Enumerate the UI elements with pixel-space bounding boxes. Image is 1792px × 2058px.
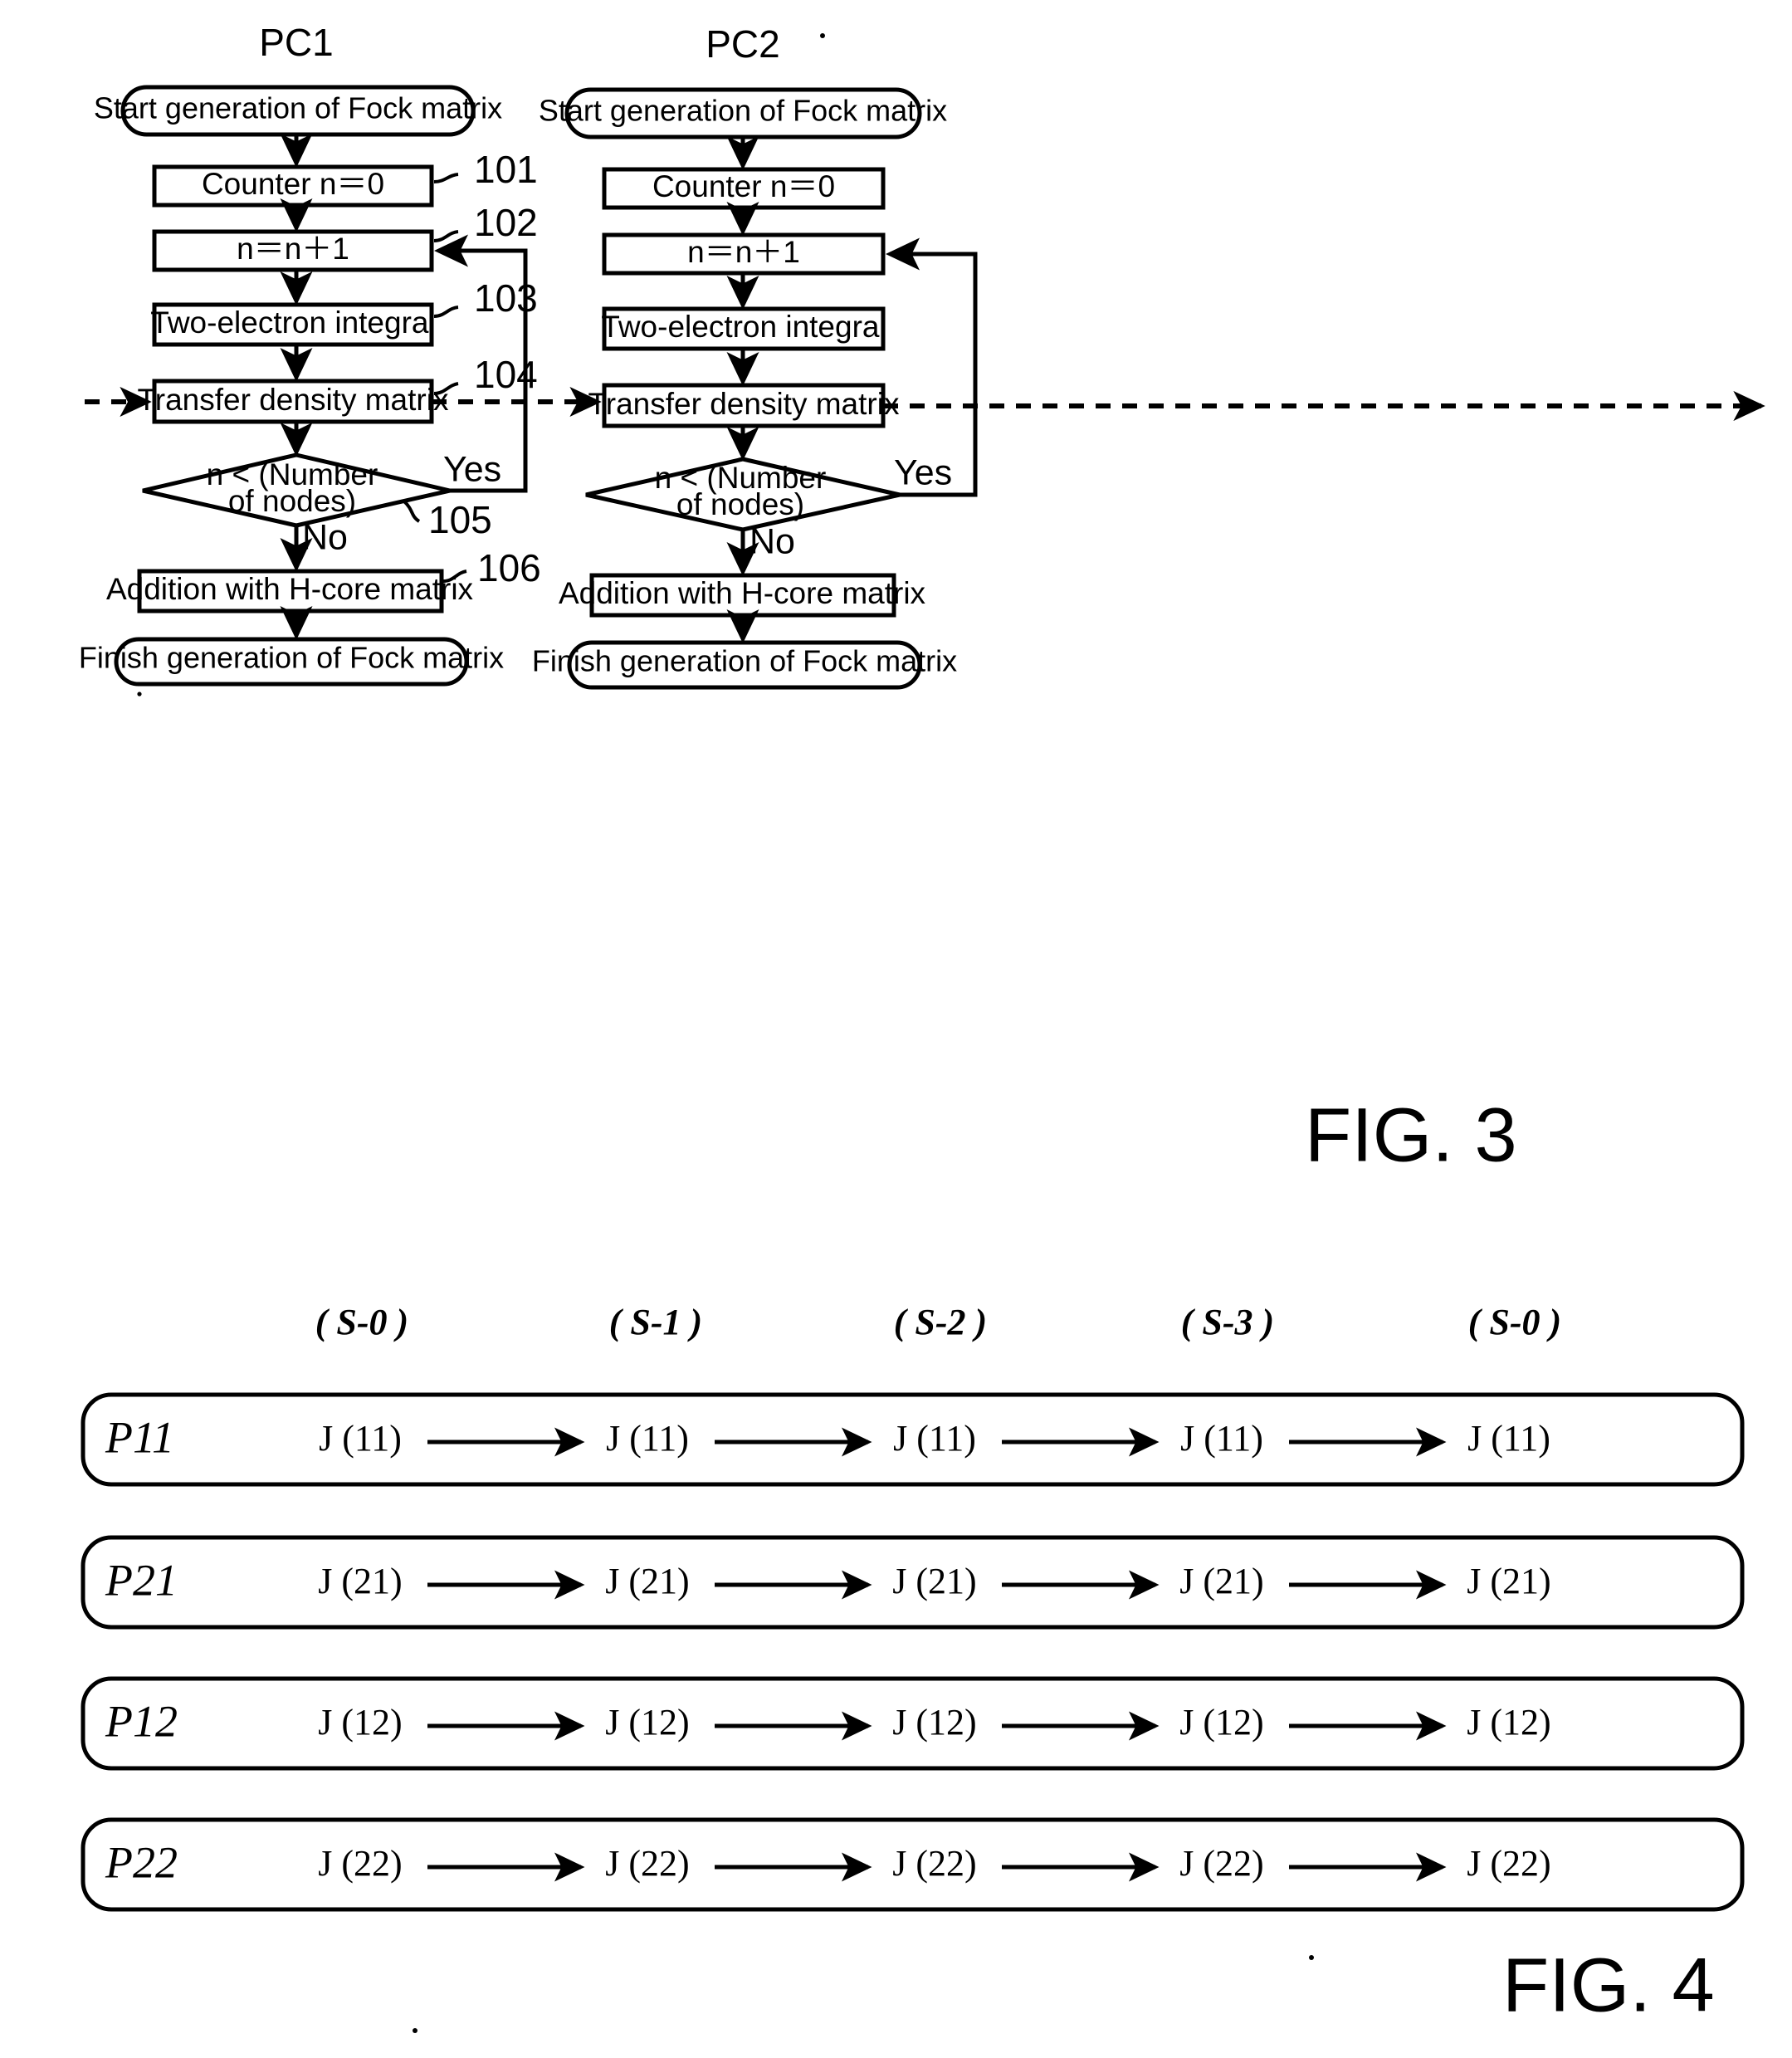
figure4-cell-p12-s1: J (12) bbox=[605, 1702, 689, 1743]
pc2-decision-line2: of nodes) bbox=[676, 487, 804, 521]
figure4-row-p21: P21 J (21) J (21) J (21) J (21) J (21) bbox=[81, 1535, 1745, 1630]
pc2-step-transfer-label: Transfer density matrix bbox=[588, 387, 900, 421]
pc2-step-counter-label: Counter n＝0 bbox=[652, 169, 835, 203]
figure4-cell-p21-s4: J (21) bbox=[1467, 1561, 1550, 1601]
pc1-step-101-label: Counter n＝0 bbox=[202, 167, 384, 201]
figure4-cell-p22-s1: J (22) bbox=[605, 1843, 689, 1884]
figure3-column-pc2: PC2 Start generation of Fock matrix Coun… bbox=[532, 22, 1765, 690]
pc1-step-103-label: Two-electron integral bbox=[150, 306, 435, 340]
figure4-stage-header-0: ( S-0 ) bbox=[315, 1302, 408, 1342]
pc1-step-104-label: Transfer density matrix bbox=[138, 383, 449, 417]
pc1-header: PC1 bbox=[259, 21, 333, 64]
figure4-cell-p11-s3: J (11) bbox=[1180, 1418, 1263, 1459]
figure-canvas: PC1 Start generation of Fock matrix Coun… bbox=[79, 21, 1765, 2033]
figure4-cell-p11-s4: J (11) bbox=[1467, 1418, 1550, 1459]
figure4-stage-header-1: ( S-1 ) bbox=[609, 1302, 702, 1342]
pc1-ref-105: 105 bbox=[428, 498, 492, 541]
figure4-cell-p11-s0: J (11) bbox=[319, 1418, 402, 1459]
figure4: ( S-0 ) ( S-1 ) ( S-2 ) ( S-3 ) ( S-0 ) … bbox=[81, 1302, 1745, 2033]
scan-speck-2 bbox=[820, 33, 825, 38]
pc2-step-increment-label: n＝n＋1 bbox=[687, 235, 800, 269]
pc1-leader-105 bbox=[403, 500, 421, 523]
figure4-stage-header-3: ( S-3 ) bbox=[1181, 1302, 1274, 1342]
pc1-leader-103 bbox=[433, 306, 459, 318]
scan-speck-1 bbox=[137, 692, 142, 697]
patent-figure-page: PC1 Start generation of Fock matrix Coun… bbox=[0, 0, 1792, 2058]
pc1-decision-line2: of nodes) bbox=[228, 484, 356, 518]
figure4-stage-header-4: ( S-0 ) bbox=[1468, 1302, 1561, 1342]
figure4-row-label-p21: P21 bbox=[105, 1555, 178, 1605]
figure4-cell-p21-s2: J (21) bbox=[892, 1561, 976, 1601]
pc1-finish-label: Finish generation of Fock matrix bbox=[79, 641, 504, 675]
figure4-cell-p22-s3: J (22) bbox=[1179, 1843, 1263, 1884]
pc1-ref-101: 101 bbox=[474, 148, 538, 191]
pc1-step-106-label: Addition with H-core matrix bbox=[106, 572, 474, 606]
pc2-yes-label: Yes bbox=[894, 452, 952, 492]
pc2-finish-label: Finish generation of Fock matrix bbox=[532, 644, 957, 678]
pc1-ref-102: 102 bbox=[474, 201, 538, 244]
pc2-start-label: Start generation of Fock matrix bbox=[539, 94, 947, 128]
pc1-ref-104: 104 bbox=[474, 353, 538, 396]
figure4-cell-p22-s2: J (22) bbox=[892, 1843, 976, 1884]
figure4-cell-p12-s0: J (12) bbox=[318, 1702, 402, 1743]
pc1-no-label: No bbox=[302, 517, 348, 557]
figure4-row-p11: P11 J (11) J (11) J (11) J (11) J (11) bbox=[81, 1392, 1745, 1487]
figure4-stage-header-2: ( S-2 ) bbox=[894, 1302, 987, 1342]
figure4-cell-p21-s3: J (21) bbox=[1179, 1561, 1263, 1601]
figure3-column-pc1: PC1 Start generation of Fock matrix Coun… bbox=[79, 21, 602, 697]
figure4-cell-p21-s1: J (21) bbox=[605, 1561, 689, 1601]
figure4-row-label-p12: P12 bbox=[105, 1696, 178, 1746]
pc2-header: PC2 bbox=[706, 22, 779, 66]
figure4-label: FIG. 4 bbox=[1502, 1943, 1715, 2027]
pc2-step-hcore-label: Addition with H-core matrix bbox=[559, 576, 926, 610]
figure4-cell-p11-s1: J (11) bbox=[606, 1418, 689, 1459]
figure4-row-p12: P12 J (12) J (12) J (12) J (12) J (12) bbox=[81, 1676, 1745, 1771]
pc1-ref-106: 106 bbox=[477, 546, 541, 589]
pc1-step-102-label: n＝n＋1 bbox=[237, 232, 349, 266]
figure3-label: FIG. 3 bbox=[1305, 1093, 1517, 1177]
figure4-cell-p12-s3: J (12) bbox=[1179, 1702, 1263, 1743]
scan-speck-3 bbox=[1309, 1955, 1314, 1960]
figure4-cell-p22-s0: J (22) bbox=[318, 1843, 402, 1884]
pc2-step-integral-label: Two-electron integral bbox=[601, 310, 886, 344]
figure4-row-p22: P22 J (22) J (22) J (22) J (22) J (22) bbox=[81, 1817, 1745, 1912]
figure4-cell-p22-s4: J (22) bbox=[1467, 1843, 1550, 1884]
figure4-cell-p21-s0: J (21) bbox=[318, 1561, 402, 1601]
figure4-cell-p12-s4: J (12) bbox=[1467, 1702, 1550, 1743]
pc1-yes-label: Yes bbox=[443, 449, 501, 489]
figure4-cell-p12-s2: J (12) bbox=[892, 1702, 976, 1743]
figure4-row-label-p11: P11 bbox=[105, 1412, 174, 1462]
pc2-no-label: No bbox=[750, 521, 795, 561]
pc1-leader-102 bbox=[433, 230, 459, 242]
pc1-start-label: Start generation of Fock matrix bbox=[94, 91, 502, 125]
figure4-row-label-p22: P22 bbox=[105, 1837, 178, 1887]
pc1-ref-103: 103 bbox=[474, 276, 538, 320]
scan-speck-4 bbox=[413, 2028, 417, 2033]
pc1-leader-101 bbox=[433, 173, 459, 183]
figure4-cell-p11-s2: J (11) bbox=[893, 1418, 976, 1459]
